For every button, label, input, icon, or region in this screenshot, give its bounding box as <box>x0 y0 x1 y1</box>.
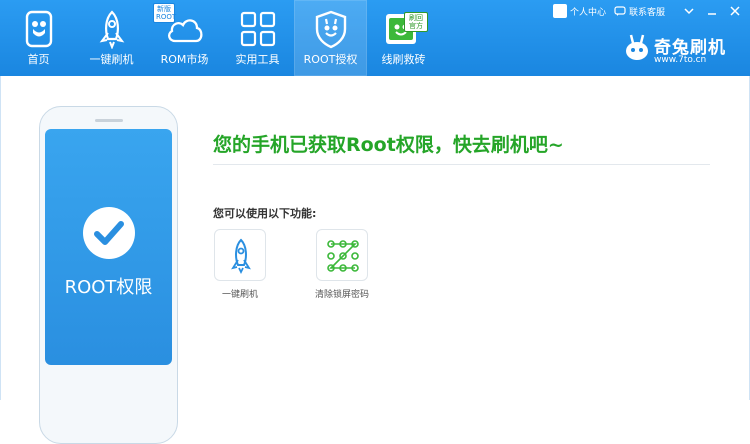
personal-center-label: 个人中心 <box>569 7 606 18</box>
phone-illustration: ROOT权限 <box>39 106 178 444</box>
checkmark-icon <box>83 207 135 259</box>
feature-one-click-flash[interactable]: 一键刷机 <box>205 229 275 300</box>
nav-item-rom-market[interactable]: 新版 ROOT ROM市场 <box>148 0 221 76</box>
nav-label: 一键刷机 <box>89 53 134 66</box>
contact-support-link[interactable]: 联系客服 <box>614 5 665 18</box>
main-content: ROOT权限 您的手机已获取Root权限，快去刷机吧~ 您可以使用以下功能: 一… <box>0 76 750 444</box>
phone-speaker <box>95 119 123 122</box>
title-bar-controls: 个人中心 联系客服 <box>552 0 750 22</box>
main-nav: 首页 一键刷机 新版 ROOT ROM市场 实用工具 ROOT授权 刷回 官方 … <box>2 0 440 76</box>
nav-label: 线刷救砖 <box>381 53 426 66</box>
feature-icon-box <box>214 229 266 281</box>
nav-label: 实用工具 <box>235 53 280 66</box>
rabbit-logo-icon <box>626 34 648 60</box>
menu-icon[interactable] <box>682 4 696 18</box>
root-success-headline: 您的手机已获取Root权限，快去刷机吧~ <box>213 134 564 156</box>
features-title: 您可以使用以下功能: <box>213 207 317 220</box>
phone-home-icon <box>25 10 52 48</box>
divider <box>213 164 710 165</box>
nav-item-home[interactable]: 首页 <box>2 0 75 76</box>
personal-center-link[interactable]: 个人中心 <box>552 4 606 18</box>
feature-label: 清除锁屏密码 <box>314 290 369 300</box>
feature-clear-lock-password[interactable]: 清除锁屏密码 <box>307 229 377 300</box>
nav-label: 首页 <box>27 53 50 66</box>
rocket-icon <box>231 238 251 275</box>
return-official-badge: 刷回 官方 <box>404 12 428 32</box>
brand-logo: 奇兔刷机 www.7to.cn <box>624 33 734 69</box>
root-status-label: ROOT权限 <box>64 277 153 298</box>
minimize-icon[interactable] <box>705 4 719 18</box>
nav-label: ROOT授权 <box>303 53 358 66</box>
nav-item-line-flash[interactable]: 刷回 官方 线刷救砖 <box>367 0 440 76</box>
nav-label: ROM市场 <box>160 53 209 66</box>
feature-label: 一键刷机 <box>221 290 258 300</box>
contact-support-label: 联系客服 <box>628 7 665 18</box>
top-toolbar: 首页 一键刷机 新版 ROOT ROM市场 实用工具 ROOT授权 刷回 官方 … <box>0 0 750 76</box>
avatar <box>552 4 567 18</box>
support-chat-icon <box>614 6 626 16</box>
nav-item-one-click-flash[interactable]: 一键刷机 <box>75 0 148 76</box>
rocket-icon <box>99 10 124 49</box>
close-icon[interactable] <box>728 4 742 18</box>
pattern-lock-icon <box>327 240 359 272</box>
nav-item-tools[interactable]: 实用工具 <box>221 0 294 76</box>
shield-rabbit-icon <box>315 10 346 49</box>
new-version-badge: 新版 ROOT <box>153 3 176 23</box>
nav-item-root-auth[interactable]: ROOT授权 <box>294 0 367 76</box>
brand-url: www.7to.cn <box>654 55 707 65</box>
grid-tools-icon <box>240 11 275 47</box>
phone-screen: ROOT权限 <box>45 129 172 365</box>
feature-icon-box <box>316 229 368 281</box>
